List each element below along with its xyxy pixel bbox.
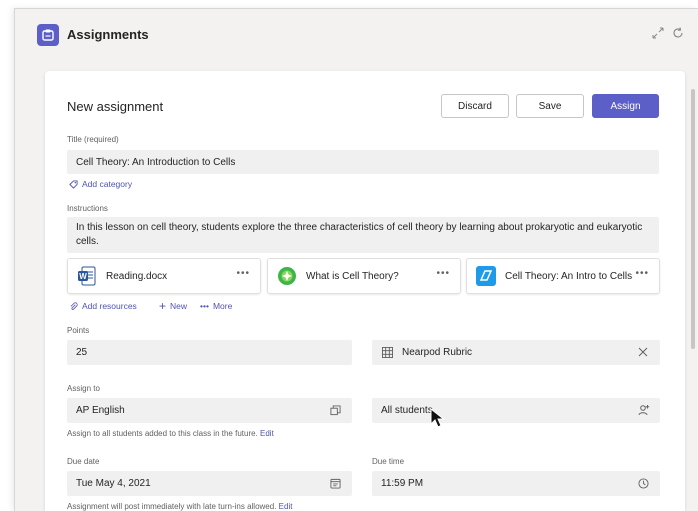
title-field[interactable]: Cell Theory: An Introduction to Cells <box>67 150 659 174</box>
refresh-icon[interactable] <box>671 27 685 41</box>
app-header: Assignments <box>15 9 698 61</box>
rubric-value: Nearpod Rubric <box>402 347 473 358</box>
word-doc-icon: W <box>77 266 97 286</box>
assignments-window: Assignments New assignment Discard Save … <box>14 8 698 511</box>
paperclip-icon <box>70 301 78 310</box>
copy-icon[interactable] <box>330 405 342 417</box>
add-person-icon[interactable] <box>638 404 650 416</box>
instructions-value: In this lesson on cell theory, students … <box>76 222 643 247</box>
points-label: Points <box>67 326 90 335</box>
rubric-field[interactable]: Nearpod Rubric <box>372 340 660 365</box>
title-value: Cell Theory: An Introduction to Cells <box>76 156 236 168</box>
scrollbar[interactable] <box>691 89 695 349</box>
clock-icon[interactable] <box>638 478 650 490</box>
post-helper-label: Assignment will post immediately with la… <box>67 502 277 511</box>
add-category-link[interactable]: Add category <box>69 179 132 189</box>
save-button[interactable]: Save <box>516 94 584 118</box>
svg-text:W: W <box>79 272 87 281</box>
attachment-name: Cell Theory: An Intro to Cells <box>505 271 633 282</box>
expand-icon[interactable] <box>651 27 665 41</box>
edit-post-link[interactable]: Edit <box>279 502 293 511</box>
more-link[interactable]: ••• More <box>200 301 232 311</box>
add-resources-link[interactable]: Add resources <box>69 301 137 311</box>
more-options-icon[interactable]: ••• <box>236 268 250 279</box>
assign-to-label: Assign to <box>67 384 100 393</box>
due-time-field[interactable]: 11:59 PM <box>372 471 660 496</box>
instructions-field[interactable]: In this lesson on cell theory, students … <box>67 217 659 253</box>
due-time-value: 11:59 PM <box>381 478 424 489</box>
assign-helper-text: Assign to all students added to this cla… <box>67 429 274 438</box>
due-date-value: Tue May 4, 2021 <box>76 478 151 489</box>
attachment-card-what-is-cell-theory[interactable]: What is Cell Theory? ••• <box>267 258 461 294</box>
points-value: 25 <box>76 347 88 358</box>
class-value: AP English <box>76 405 125 416</box>
tag-icon <box>69 179 78 189</box>
edit-assign-link[interactable]: Edit <box>260 429 274 438</box>
students-field[interactable]: All students <box>372 398 660 423</box>
discard-button[interactable]: Discard <box>441 94 509 118</box>
attachment-card-reading[interactable]: W Reading.docx ••• <box>67 258 261 294</box>
title-label: Title (required) <box>67 135 119 144</box>
points-field[interactable]: 25 <box>67 340 352 365</box>
attachment-name: What is Cell Theory? <box>306 271 399 282</box>
app-title: Assignments <box>67 27 149 42</box>
green-app-icon <box>277 266 297 286</box>
assign-helper-label: Assign to all students added to this cla… <box>67 429 258 438</box>
ellipsis-icon: ••• <box>200 301 209 311</box>
mouse-pointer-icon <box>430 408 445 428</box>
grid-icon <box>382 347 393 358</box>
new-link[interactable]: + New <box>159 298 188 313</box>
attachment-name: Reading.docx <box>106 271 168 282</box>
blue-app-icon <box>476 266 496 286</box>
class-field[interactable]: AP English <box>67 398 352 423</box>
page-title: New assignment <box>67 99 164 114</box>
due-date-field[interactable]: Tue May 4, 2021 <box>67 471 352 496</box>
assignment-form: New assignment Discard Save Assign Title… <box>45 71 685 511</box>
close-icon[interactable] <box>638 347 650 359</box>
attachment-card-cell-theory-intro[interactable]: Cell Theory: An Intro to Cells ••• <box>466 258 660 294</box>
students-value: All students <box>381 405 433 416</box>
add-category-label: Add category <box>82 179 133 189</box>
more-options-icon[interactable]: ••• <box>635 268 649 279</box>
due-time-label: Due time <box>372 457 405 466</box>
instructions-label: Instructions <box>67 204 108 213</box>
calendar-icon[interactable] <box>330 478 342 490</box>
plus-icon: + <box>159 298 167 313</box>
due-date-label: Due date <box>67 457 100 466</box>
new-label: New <box>170 301 188 311</box>
assign-button[interactable]: Assign <box>592 94 659 118</box>
add-resources-label: Add resources <box>82 301 137 311</box>
more-label: More <box>212 301 233 311</box>
post-helper-text: Assignment will post immediately with la… <box>67 502 292 511</box>
more-options-icon[interactable]: ••• <box>436 268 450 279</box>
assignments-app-icon <box>37 24 59 46</box>
